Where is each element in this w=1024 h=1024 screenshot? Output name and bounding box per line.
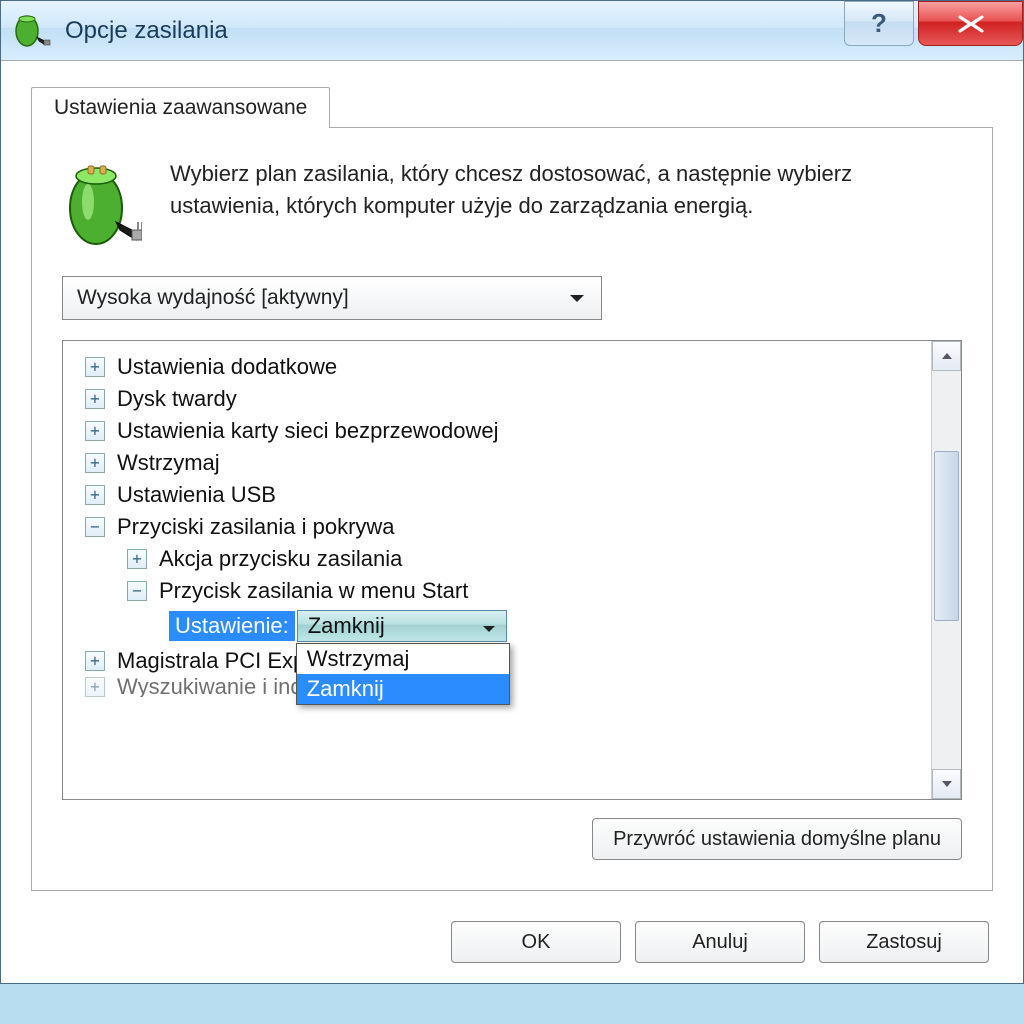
tree-item[interactable]: + Ustawienia USB [71, 479, 923, 511]
expand-icon[interactable]: + [85, 357, 105, 377]
dropdown-option-selected[interactable]: Zamknij [297, 674, 509, 704]
power-options-window: Opcje zasilania ? Ustawienia zaawansowan… [0, 0, 1024, 984]
power-plan-value: Wysoka wydajność [aktywny] [77, 286, 349, 310]
tree-item[interactable]: − Przycisk zasilania w menu Start [71, 575, 923, 607]
expand-icon[interactable]: + [85, 485, 105, 505]
chevron-down-icon [482, 613, 496, 639]
collapse-icon[interactable]: − [127, 581, 147, 601]
tree-item-label: Ustawienia karty sieci bezprzewodowej [117, 418, 499, 444]
intro-section: Wybierz plan zasilania, który chcesz dos… [62, 158, 962, 248]
scroll-thumb[interactable] [934, 451, 959, 621]
expand-icon[interactable]: + [85, 651, 105, 671]
tree-item-label: Magistrala PCI Expr [117, 648, 313, 674]
scroll-down-button[interactable] [932, 769, 961, 799]
tab-advanced-settings[interactable]: Ustawienia zaawansowane [31, 87, 330, 128]
tree-item[interactable]: + Ustawienia dodatkowe [71, 351, 923, 383]
expand-icon[interactable]: + [85, 389, 105, 409]
ok-button[interactable]: OK [451, 921, 621, 963]
chevron-down-icon [569, 286, 585, 310]
titlebar: Opcje zasilania ? [1, 1, 1023, 61]
tree-item[interactable]: − Przyciski zasilania i pokrywa [71, 511, 923, 543]
setting-dropdown-list: Wstrzymaj Zamknij [296, 643, 510, 705]
window-title: Opcje zasilania [65, 17, 228, 45]
tree-item-label: Przycisk zasilania w menu Start [159, 578, 468, 604]
tree-item-label: Przyciski zasilania i pokrywa [117, 514, 395, 540]
tree-item-label: Wstrzymaj [117, 450, 220, 476]
dropdown-option[interactable]: Wstrzymaj [297, 644, 509, 674]
help-button[interactable]: ? [844, 1, 914, 46]
tree-item[interactable]: + Akcja przycisku zasilania [71, 543, 923, 575]
tree-item[interactable]: + Ustawienia karty sieci bezprzewodowej [71, 415, 923, 447]
settings-tree[interactable]: + Ustawienia dodatkowe + Dysk twardy + U… [63, 341, 931, 799]
settings-tree-container: + Ustawienia dodatkowe + Dysk twardy + U… [62, 340, 962, 800]
restore-defaults-button[interactable]: Przywróć ustawienia domyślne planu [592, 818, 962, 860]
intro-text: Wybierz plan zasilania, który chcesz dos… [170, 158, 962, 248]
expand-icon[interactable]: + [85, 453, 105, 473]
tree-item-label: Dysk twardy [117, 386, 237, 412]
tabstrip: Ustawienia zaawansowane [31, 87, 993, 128]
scroll-up-button[interactable] [932, 341, 961, 371]
tree-item-label: Ustawienia dodatkowe [117, 354, 337, 380]
tree-item[interactable]: + Dysk twardy [71, 383, 923, 415]
cancel-button[interactable]: Anuluj [635, 921, 805, 963]
expand-icon[interactable]: + [85, 677, 105, 697]
apply-button[interactable]: Zastosuj [819, 921, 989, 963]
collapse-icon[interactable]: − [85, 517, 105, 537]
expand-icon[interactable]: + [127, 549, 147, 569]
restore-row: Przywróć ustawienia domyślne planu [62, 818, 962, 860]
setting-label: Ustawienie: [169, 611, 295, 641]
power-options-icon [11, 11, 51, 51]
dialog-footer: OK Anuluj Zastosuj [31, 921, 993, 963]
content-area: Ustawienia zaawansowane [1, 61, 1023, 983]
battery-icon [62, 158, 142, 248]
scrollbar-vertical[interactable] [931, 341, 961, 799]
setting-value: Zamknij [308, 613, 385, 639]
expand-icon[interactable]: + [85, 421, 105, 441]
setting-combobox[interactable]: Zamknij Wstrzymaj Zamknij [297, 610, 507, 642]
tree-item-label: Akcja przycisku zasilania [159, 546, 402, 572]
tab-panel: Wybierz plan zasilania, który chcesz dos… [31, 127, 993, 891]
tree-setting-row: Ustawienie: Zamknij Wstrzymaj Zamknij [71, 607, 923, 645]
tree-item[interactable]: + Wstrzymaj [71, 447, 923, 479]
close-button[interactable] [918, 1, 1023, 46]
tree-item-label: Ustawienia USB [117, 482, 276, 508]
title-buttons: ? [844, 1, 1023, 46]
scroll-track[interactable] [932, 371, 961, 769]
power-plan-select[interactable]: Wysoka wydajność [aktywny] [62, 276, 602, 320]
tree-item-label: Wyszukiwanie i inde [117, 677, 315, 697]
